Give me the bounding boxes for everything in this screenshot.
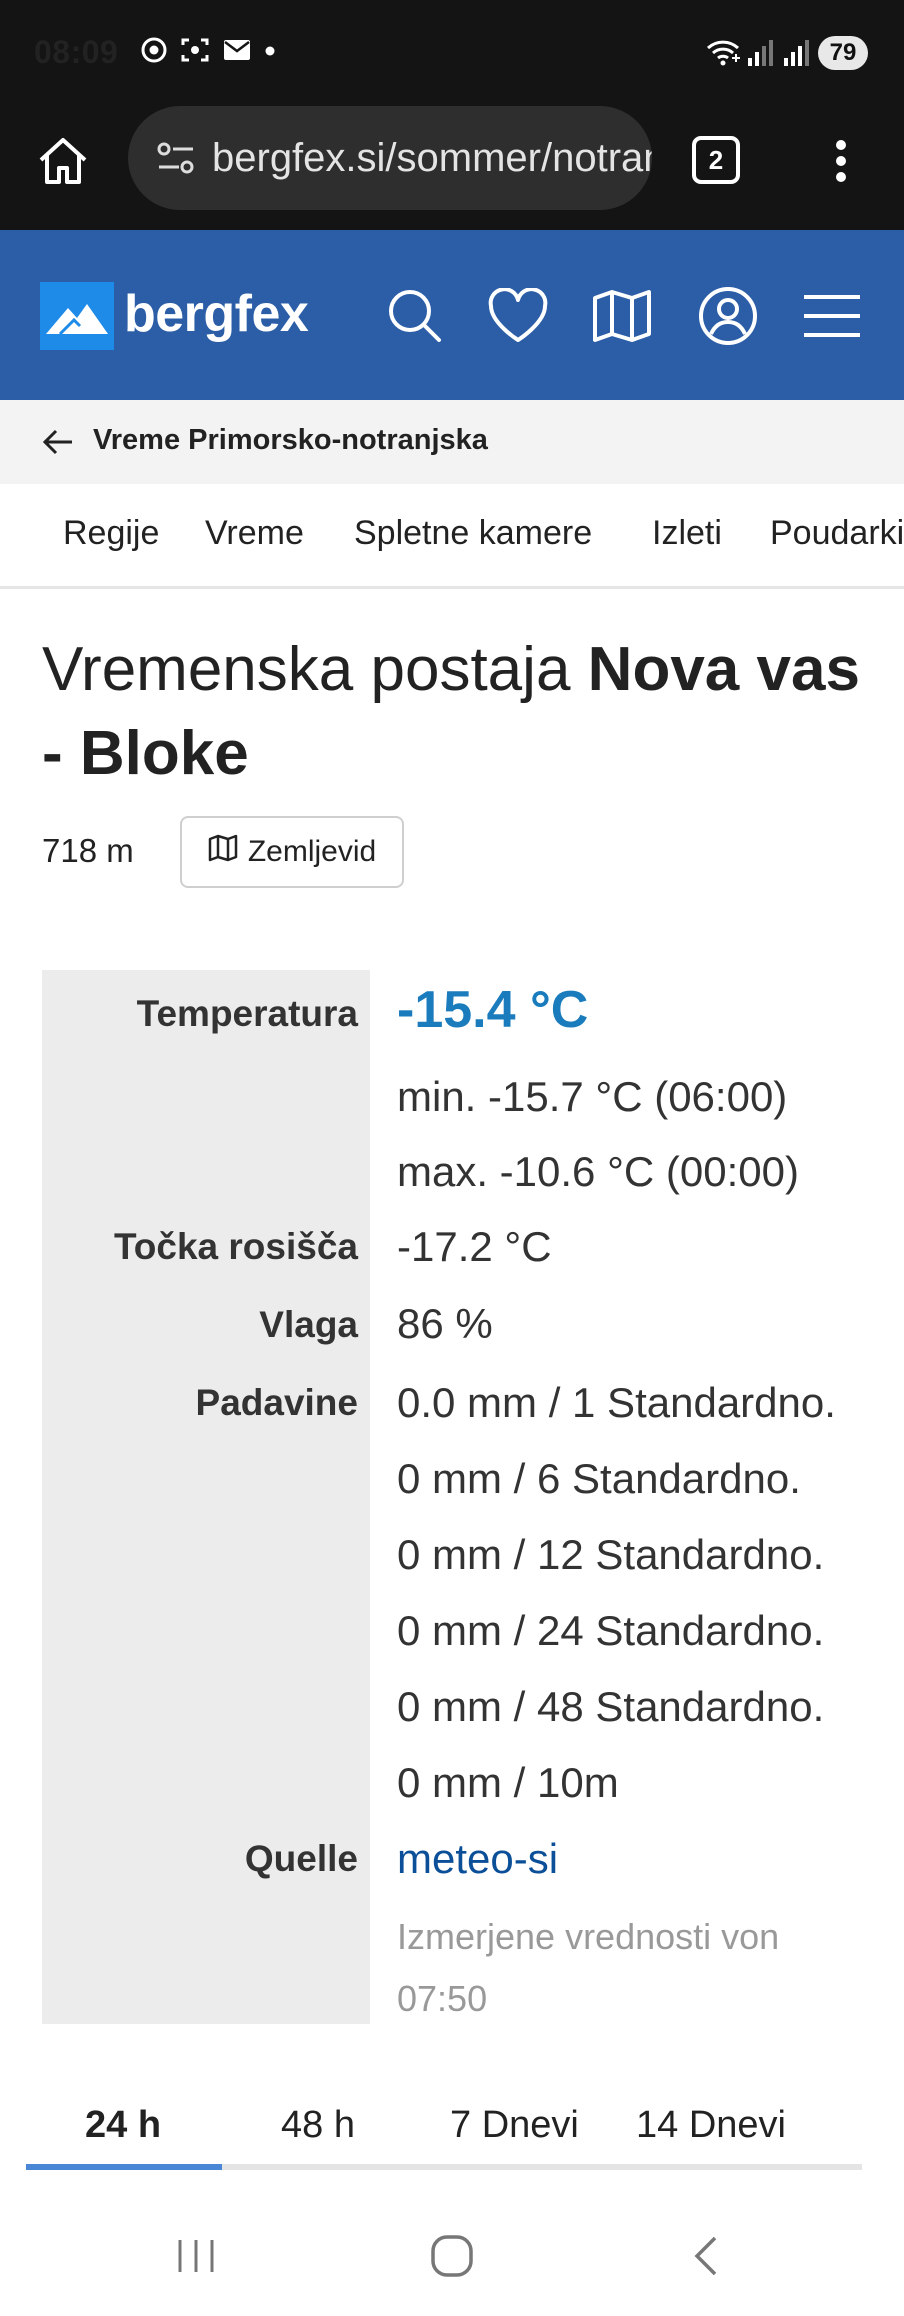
dewpoint-value: -17.2 °C — [397, 1223, 552, 1270]
signal-icon-sim2 — [782, 38, 812, 73]
signal-icon-sim1 — [746, 38, 776, 73]
browser-menu-icon[interactable] — [816, 128, 866, 194]
site-settings-icon[interactable] — [156, 140, 196, 181]
precipitation-row: 0 mm / 48 Standardno. — [397, 1683, 825, 1730]
measured-time-note: Izmerjene vrednosti von — [397, 1916, 780, 1957]
temperature-max: max. -10.6 °C (00:00) — [397, 1148, 799, 1195]
precipitation-label: Padavine — [195, 1382, 358, 1423]
account-icon[interactable] — [696, 284, 760, 348]
back-arrow-icon[interactable] — [40, 424, 76, 460]
temperature-value: -15.4 °C — [397, 981, 589, 1039]
source-label: Quelle — [244, 1838, 358, 1879]
map-icon[interactable] — [590, 285, 654, 347]
notification-icons — [140, 36, 276, 69]
map-button-label: Zemljevid — [247, 835, 377, 868]
status-time: 08:09 — [34, 34, 119, 70]
period-tab-14days[interactable]: 14 Dnevi — [636, 2104, 786, 2147]
period-tab-active-indicator — [26, 2164, 222, 2170]
breadcrumb-back-link[interactable]: Vreme Primorsko-notranjska — [93, 424, 488, 457]
battery-indicator: 79 — [818, 36, 868, 70]
precipitation-row: 0.0 mm / 1 Standardno. — [397, 1379, 836, 1426]
source-link[interactable]: meteo-si — [397, 1835, 558, 1883]
search-icon[interactable] — [384, 285, 446, 347]
wifi-icon — [706, 38, 742, 73]
recent-apps-icon[interactable] — [166, 2226, 226, 2286]
humidity-value: 86 % — [397, 1300, 493, 1347]
mail-notification-icon — [222, 38, 252, 67]
address-bar[interactable]: bergfex.si/sommer/notranjska/wetter/ — [128, 106, 652, 210]
temperature-label: Temperatura — [136, 993, 358, 1034]
precipitation-row: 0 mm / 10m — [397, 1759, 619, 1806]
period-tab-48h[interactable]: 48 h — [281, 2104, 355, 2147]
screenshot-notification-icon — [180, 36, 210, 69]
bergfex-logo-icon[interactable] — [40, 282, 114, 355]
map-button[interactable]: Zemljevid — [180, 816, 404, 888]
more-notifications-dot-icon — [264, 44, 276, 62]
tab-switcher-button[interactable]: 2 — [692, 136, 740, 184]
home-nav-icon[interactable] — [420, 2226, 484, 2286]
site-logo-text[interactable]: bergfex — [124, 284, 309, 344]
back-nav-icon[interactable] — [676, 2226, 736, 2286]
period-tab-7days[interactable]: 7 Dnevi — [450, 2104, 579, 2147]
page-title: Vremenska postaja Nova vas - Bloke — [42, 628, 872, 796]
precipitation-row: 0 mm / 12 Standardno. — [397, 1531, 825, 1578]
section-nav: Regije Vreme Spletne kamere Izleti Pouda… — [0, 484, 904, 589]
nav-item-weather[interactable]: Vreme — [205, 514, 304, 553]
precipitation-row: 0 mm / 6 Standardno. — [397, 1455, 801, 1502]
humidity-label: Vlaga — [259, 1304, 358, 1345]
dewpoint-label: Točka rosišča — [113, 1226, 358, 1267]
period-tab-24h[interactable]: 24 h — [85, 2104, 161, 2147]
url-text[interactable]: bergfex.si/sommer/notranjska/wetter/ — [212, 106, 652, 210]
favorites-heart-icon[interactable] — [486, 285, 550, 347]
hamburger-menu-icon[interactable] — [800, 286, 864, 346]
nav-item-tours[interactable]: Izleti — [652, 514, 722, 553]
precipitation-row: 0 mm / 24 Standardno. — [397, 1607, 825, 1654]
measured-time-value: 07:50 — [397, 1978, 488, 2019]
map-small-icon — [208, 834, 238, 870]
nav-item-webcams[interactable]: Spletne kamere — [354, 514, 592, 553]
temperature-min: min. -15.7 °C (06:00) — [397, 1073, 788, 1120]
page-title-prefix: Vremenska postaja — [42, 635, 571, 704]
elevation: 718 m — [42, 832, 134, 869]
nav-item-highlights[interactable]: Poudarki — [770, 514, 904, 553]
home-icon[interactable] — [30, 128, 96, 194]
nav-item-regions[interactable]: Regije — [63, 514, 159, 553]
chrome-notification-icon — [140, 36, 168, 69]
